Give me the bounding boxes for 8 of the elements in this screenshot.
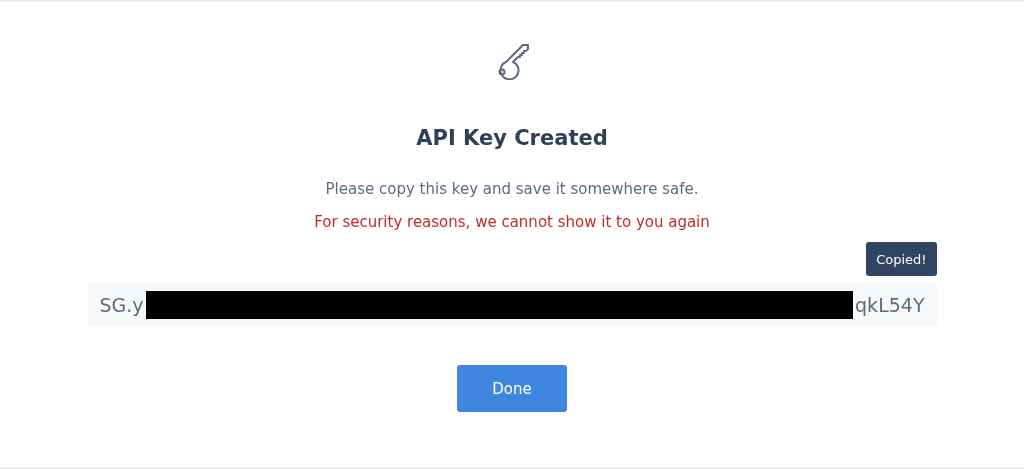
dialog-title: API Key Created xyxy=(416,125,608,152)
instruction-text: Please copy this key and save it somewhere safe. xyxy=(325,179,699,199)
key-end-text: qkL54Y xyxy=(855,294,925,316)
copied-tooltip: Copied! xyxy=(866,242,937,276)
api-key-field[interactable]: SG.y qkL54Y xyxy=(87,283,937,327)
warning-text: For security reasons, we cannot show it to you again xyxy=(314,212,710,232)
done-button[interactable]: Done xyxy=(457,365,567,412)
key-start-text: SG.y xyxy=(99,294,144,316)
